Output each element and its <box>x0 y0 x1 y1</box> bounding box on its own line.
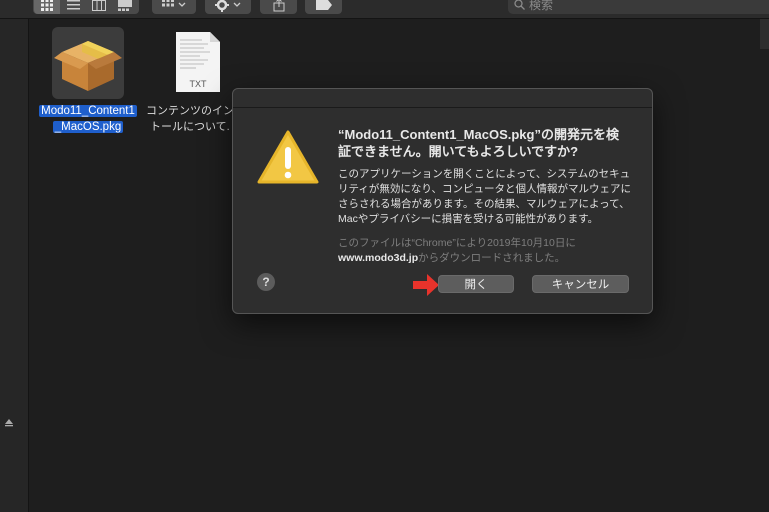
gear-icon <box>215 0 241 12</box>
file-name-line1: Modo11_Content1 <box>39 105 137 117</box>
file-item-pkg[interactable] <box>52 27 124 99</box>
security-warning-dialog: “Modo11_Content1_MacOS.pkg”の開発元を検 証できません… <box>232 88 653 314</box>
grid-icon <box>41 0 53 11</box>
gallery-icon <box>118 0 132 11</box>
red-arrow-icon <box>413 274 439 296</box>
search-field[interactable]: 検索 <box>508 0 769 14</box>
tag-icon <box>315 0 332 10</box>
package-icon <box>54 41 122 91</box>
dialog-titlebar <box>233 89 652 108</box>
search-placeholder: 検索 <box>529 0 554 12</box>
view-mode-segmented-control <box>33 0 139 14</box>
source-domain: www.modo3d.jp <box>338 252 419 264</box>
tags-button[interactable] <box>305 0 342 14</box>
search-icon <box>514 0 525 10</box>
action-menu-button[interactable] <box>205 0 251 14</box>
dialog-message-line3: さらされる場合があります。その結果、マルウェアによって、 <box>338 198 630 210</box>
sidebar <box>0 19 29 512</box>
text-document-icon: TXT <box>176 32 220 92</box>
dialog-message: このアプリケーションを開くことによって、システムのセキュ リティが無効になり、コ… <box>338 167 638 227</box>
dialog-title: “Modo11_Content1_MacOS.pkg”の開発元を検 証できません… <box>338 126 638 160</box>
dialog-message-line1: このアプリケーションを開くことによって、システムのセキュ <box>338 168 631 180</box>
column-view-button[interactable] <box>86 0 112 14</box>
file-item-txt[interactable]: TXT <box>174 32 222 92</box>
txt-badge: TXT <box>190 79 208 89</box>
dialog-title-line2: 証できません。開いてもよろしいですか? <box>338 144 579 159</box>
file-name-line2: _MacOS.pkg <box>52 121 124 133</box>
file-name-pkg[interactable]: Modo11_Content1 _MacOS.pkg <box>36 103 140 135</box>
gallery-view-button[interactable] <box>112 0 138 14</box>
list-view-button[interactable] <box>60 0 86 14</box>
share-button[interactable] <box>260 0 297 14</box>
columns-icon <box>92 0 106 11</box>
source-line2: からダウンロードされました。 <box>418 252 566 264</box>
help-button[interactable]: ? <box>257 273 275 291</box>
download-source-info: このファイルは“Chrome”により2019年10月10日に www.modo3… <box>338 236 638 266</box>
dialog-message-line4: Macやプライバシーに損害を受ける可能性があります。 <box>338 213 599 225</box>
open-button[interactable]: 開く <box>438 275 514 293</box>
file-name-line2: トールについて. <box>150 121 230 133</box>
warning-icon <box>257 130 319 184</box>
share-icon <box>273 0 284 12</box>
dialog-message-line2: リティが無効になり、コンピュータと個人情報がマルウェアに <box>338 183 631 195</box>
icon-view-button[interactable] <box>34 0 60 14</box>
scrollbar-track[interactable] <box>760 19 769 49</box>
file-name-line1: コンテンツのイン <box>146 105 234 117</box>
finder-toolbar: 検索 <box>0 0 769 19</box>
dialog-title-line1: “Modo11_Content1_MacOS.pkg”の開発元を検 <box>338 127 619 142</box>
group-by-button[interactable] <box>152 0 196 14</box>
list-icon <box>66 0 80 10</box>
cancel-button[interactable]: キャンセル <box>532 275 629 293</box>
file-name-txt[interactable]: コンテンツのイン トールについて. <box>146 103 246 135</box>
grid-with-chevron-icon <box>162 0 186 7</box>
triangle-up-icon[interactable] <box>4 417 14 427</box>
source-line1: このファイルは“Chrome”により2019年10月10日に <box>338 237 576 249</box>
